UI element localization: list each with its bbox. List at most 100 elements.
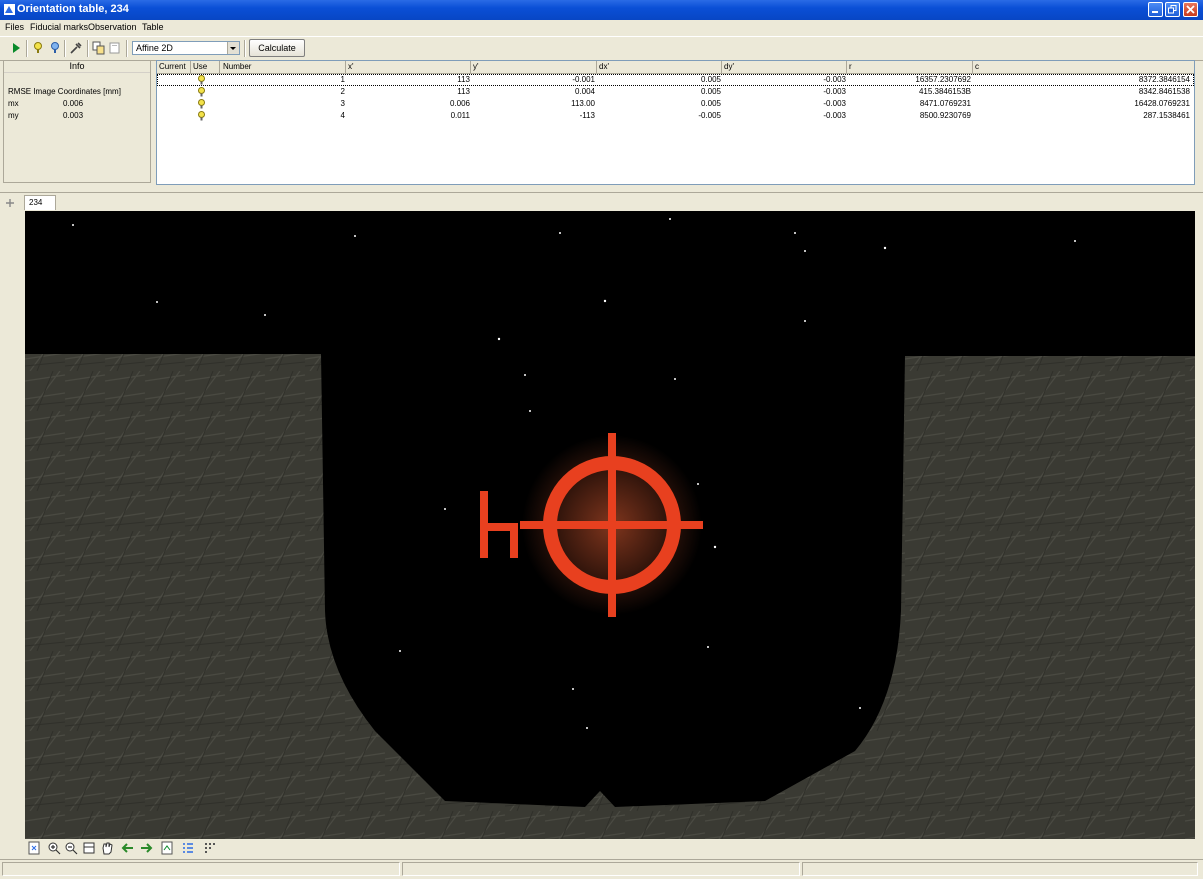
status-bar xyxy=(0,859,1203,879)
info-panel-header: Info xyxy=(4,61,150,73)
menu-table[interactable]: Table xyxy=(142,22,164,32)
restore-button[interactable] xyxy=(1165,2,1180,17)
col-dx[interactable]: dx' xyxy=(599,62,609,71)
tab-image-label: 234 xyxy=(29,198,43,207)
export-icon[interactable] xyxy=(160,841,174,855)
cell-x: 113 xyxy=(457,87,470,96)
transform-select[interactable]: Affine 2D xyxy=(132,41,240,55)
cell-x: 113 xyxy=(457,75,470,84)
close-icon xyxy=(1186,5,1195,14)
table-row[interactable]: 4 0.011 -113 -0.005 -0.003 8500.9230769 … xyxy=(157,110,1194,122)
cell-y: -113 xyxy=(579,111,595,120)
cell-r: 8500.9230769 xyxy=(919,111,971,120)
cell-dy: -0.003 xyxy=(823,87,846,96)
col-c[interactable]: c xyxy=(975,62,979,71)
restore-icon xyxy=(1168,5,1177,14)
image-viewer[interactable] xyxy=(25,211,1195,839)
tab-image-234[interactable]: 234 xyxy=(24,195,56,210)
pan-hand-icon[interactable] xyxy=(100,841,114,855)
cell-c: 16428.0769231 xyxy=(1134,99,1190,108)
table-row[interactable]: 1 113 -0.001 0.005 -0.003 16357.2307692 … xyxy=(157,74,1194,86)
use-bulb-icon[interactable] xyxy=(197,87,206,97)
fiducial-marker-icon[interactable] xyxy=(31,41,45,55)
tool-icon[interactable] xyxy=(69,41,83,55)
col-use[interactable]: Use xyxy=(193,62,207,71)
menu-fiducial-marks[interactable]: Fiducial marks xyxy=(30,22,88,32)
cell-number: 1 xyxy=(340,75,345,84)
mx-value: 0.006 xyxy=(63,99,84,108)
cell-dy: -0.003 xyxy=(823,99,846,108)
col-y[interactable]: y' xyxy=(473,62,479,71)
viewer-toolbar xyxy=(0,840,1203,858)
grid-icon[interactable] xyxy=(203,841,217,855)
my-value: 0.003 xyxy=(63,111,84,120)
info-panel: Info RMSE Image Coordinates [mm] mx 0.00… xyxy=(3,60,151,183)
use-bulb-icon[interactable] xyxy=(197,111,206,121)
my-label: my xyxy=(8,111,19,120)
title-bar: Orientation table, 234 xyxy=(0,0,1203,20)
menu-files[interactable]: Files xyxy=(5,22,24,32)
zoom-box-icon[interactable] xyxy=(82,841,96,855)
cell-dx: 0.005 xyxy=(700,99,721,108)
list-icon[interactable] xyxy=(181,841,195,855)
cell-y: 0.004 xyxy=(574,87,595,96)
status-pane xyxy=(802,862,1198,876)
zoom-in-icon[interactable] xyxy=(47,841,61,855)
rmse-label: RMSE Image Coordinates [mm] xyxy=(8,87,121,96)
orientation-table[interactable]: Current Use Number x' y' dx' dy' r c 1 1… xyxy=(156,60,1195,185)
cell-c: 8372.3846154 xyxy=(1138,75,1190,84)
window-title: Orientation table, 234 xyxy=(17,3,129,15)
cell-r: 16357.2307692 xyxy=(915,75,971,84)
col-x[interactable]: x' xyxy=(348,62,354,71)
cell-dy: -0.003 xyxy=(823,75,846,84)
table-row[interactable]: 2 113 0.004 0.005 -0.003 415.3846153B 83… xyxy=(157,86,1194,98)
cell-dx: 0.005 xyxy=(700,75,721,84)
paste-icon[interactable] xyxy=(108,41,122,55)
cell-x: 0.006 xyxy=(449,99,470,108)
col-current[interactable]: Current xyxy=(159,62,186,71)
cell-number: 3 xyxy=(340,99,345,108)
status-pane xyxy=(2,862,400,876)
use-bulb-icon[interactable] xyxy=(197,99,206,109)
cell-dx: 0.005 xyxy=(700,87,721,96)
table-row[interactable]: 3 0.006 113.00 0.005 -0.003 8471.0769231… xyxy=(157,98,1194,110)
col-r[interactable]: r xyxy=(849,62,852,71)
cell-y: 113.00 xyxy=(571,99,595,108)
toolbar: Affine 2D Calculate xyxy=(0,36,1203,61)
mx-label: mx xyxy=(8,99,19,108)
cell-y: -0.001 xyxy=(572,75,595,84)
minimize-button[interactable] xyxy=(1148,2,1163,17)
menu-observation[interactable]: Observation xyxy=(88,22,137,32)
orientation-icon xyxy=(4,4,15,15)
cell-number: 4 xyxy=(340,111,345,120)
fiducial-mark-image[interactable] xyxy=(25,211,1195,839)
zoom-out-icon[interactable] xyxy=(64,841,78,855)
arrow-right-icon[interactable] xyxy=(139,841,153,855)
play-icon[interactable] xyxy=(9,41,23,55)
cell-x: 0.011 xyxy=(450,111,470,120)
cell-r: 8471.0769231 xyxy=(919,99,971,108)
arrow-left-icon[interactable] xyxy=(121,841,135,855)
cell-number: 2 xyxy=(340,87,345,96)
marker-alt-icon[interactable] xyxy=(48,41,62,55)
close-button[interactable] xyxy=(1183,2,1198,17)
use-bulb-icon[interactable] xyxy=(197,75,206,85)
cell-c: 8342.8461538 xyxy=(1138,87,1190,96)
cell-dx: -0.005 xyxy=(698,111,721,120)
transform-select-value: Affine 2D xyxy=(136,43,173,53)
col-dy[interactable]: dy' xyxy=(724,62,734,71)
image-tab-strip: 234 xyxy=(0,192,1203,210)
copy-icon[interactable] xyxy=(92,41,106,55)
cell-dy: -0.003 xyxy=(823,111,846,120)
col-number[interactable]: Number xyxy=(223,62,251,71)
status-pane xyxy=(402,862,800,876)
cell-r: 415.3846153B xyxy=(918,87,971,96)
minimize-icon xyxy=(1152,11,1158,13)
cell-c: 287.1538461 xyxy=(1143,111,1190,120)
add-plus-icon[interactable] xyxy=(4,197,16,209)
table-header: Current Use Number x' y' dx' dy' r c xyxy=(157,61,1194,74)
menu-bar: Files Fiducial marks Observation Table xyxy=(0,20,1203,34)
fit-icon[interactable] xyxy=(27,841,41,855)
chevron-down-icon xyxy=(230,47,236,50)
calculate-button[interactable]: Calculate xyxy=(249,39,305,57)
